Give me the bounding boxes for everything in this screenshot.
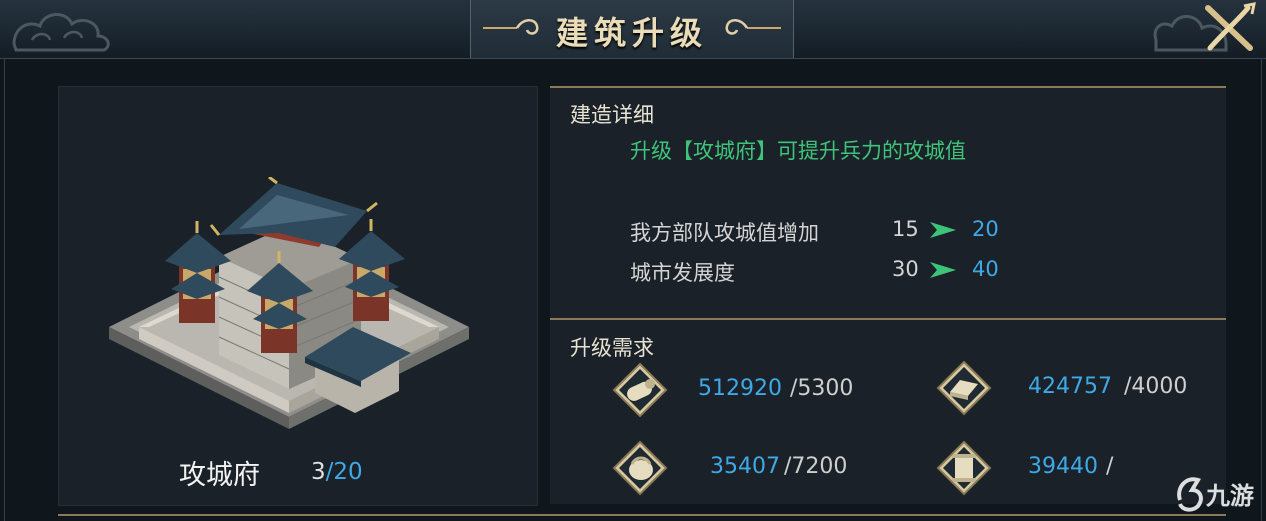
- stat-from-value: 30: [892, 257, 919, 281]
- site-watermark-logo: 九游: [1177, 477, 1254, 512]
- stat-to-value: 40: [972, 257, 999, 281]
- upgrade-requirements-panel: 升级需求 512920 /5300 424757 /4000 35407 /72…: [550, 320, 1226, 504]
- requirement-needed: /4000: [1124, 374, 1188, 399]
- frame-border-right: [1261, 58, 1262, 521]
- ornament-right-icon: [725, 19, 781, 35]
- arrow-right-icon: [930, 222, 956, 238]
- building-level-current: 3: [311, 459, 326, 485]
- requirement-needed: /7200: [784, 454, 848, 479]
- detail-section-title: 建造详细: [570, 103, 654, 127]
- stat-to-value: 20: [972, 217, 999, 241]
- requirement-owned: 35407: [710, 454, 780, 479]
- requirement-owned: 512920: [698, 376, 782, 401]
- building-name: 攻城府: [179, 460, 260, 491]
- bottom-divider: [58, 514, 1226, 516]
- stat-row: 城市发展度 30 40: [630, 257, 999, 287]
- building-level: 3/20: [311, 459, 363, 485]
- stat-row: 我方部队攻城值增加 15 20: [630, 217, 999, 247]
- stat-label: 我方部队攻城值增加: [630, 221, 819, 245]
- upgrade-description: 升级【攻城府】可提升兵力的攻城值: [630, 139, 966, 163]
- scroll-icon: [936, 440, 992, 496]
- building-level-max: /20: [325, 459, 363, 485]
- requirement-needed: /: [1106, 454, 1114, 479]
- iron-ingot-icon: [936, 360, 992, 416]
- requirement-owned: 39440: [1028, 454, 1098, 479]
- close-icon: [1205, 2, 1256, 51]
- arrow-right-icon: [930, 262, 956, 278]
- requirement-owned: 424757: [1028, 374, 1112, 399]
- requirements-section-title: 升级需求: [570, 336, 654, 360]
- watermark-text: 九游: [1205, 482, 1254, 510]
- stat-label: 城市发展度: [630, 261, 735, 285]
- title-plate: 建筑升级: [470, 0, 794, 58]
- window-header: 建筑升级: [0, 0, 1266, 59]
- frame-border-left: [4, 58, 5, 521]
- wood-log-icon: [612, 362, 668, 418]
- building-panel: 攻城府 3/20: [58, 86, 538, 506]
- siege-building-image: [109, 177, 469, 429]
- close-button[interactable]: [1198, 2, 1260, 56]
- grain-sack-icon: [612, 440, 668, 496]
- cloud-ornament-left-icon: [12, 13, 110, 52]
- requirement-needed: /5300: [790, 376, 854, 401]
- stat-from-value: 15: [892, 217, 919, 241]
- build-detail-panel: 建造详细 升级【攻城府】可提升兵力的攻城值 我方部队攻城值增加 15 20 城市…: [550, 86, 1226, 320]
